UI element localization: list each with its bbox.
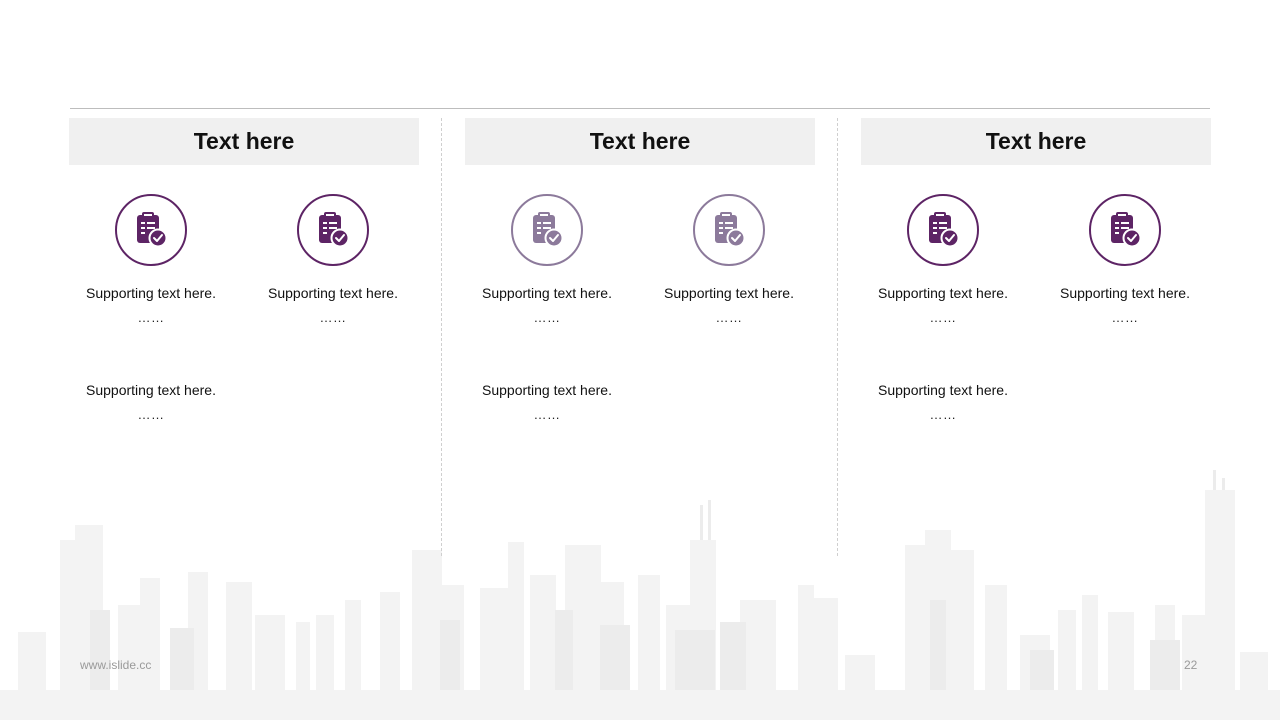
column-divider <box>837 118 838 556</box>
clipboard-check-icon <box>693 194 765 266</box>
column-1: Text here Supporting text here. …… Suppo… <box>69 118 419 438</box>
clipboard-check-icon <box>511 194 583 266</box>
ellipsis-text: …… <box>1111 310 1139 325</box>
item-with-icon: Supporting text here. …… <box>1040 194 1210 326</box>
supporting-text: Supporting text here. <box>86 382 216 398</box>
clipboard-check-icon <box>1089 194 1161 266</box>
item-text: Supporting text here. …… <box>66 381 236 423</box>
supporting-text: Supporting text here. <box>86 285 216 301</box>
supporting-text: Supporting text here. <box>268 285 398 301</box>
supporting-text: Supporting text here. <box>878 285 1008 301</box>
item-with-icon: Supporting text here. …… <box>248 194 418 326</box>
ellipsis-text: …… <box>137 407 165 422</box>
supporting-text: Supporting text here. <box>482 382 612 398</box>
ellipsis-text: …… <box>137 310 165 325</box>
supporting-text: Supporting text here. <box>1060 285 1190 301</box>
page-number: 22 <box>1184 658 1198 672</box>
item-text: Supporting text here. …… <box>858 381 1028 423</box>
column-3: Text here Supporting text here. …… Suppo… <box>861 118 1211 438</box>
clipboard-check-icon <box>115 194 187 266</box>
clipboard-check-icon <box>297 194 369 266</box>
ellipsis-text: …… <box>715 310 743 325</box>
item-with-icon: Supporting text here. …… <box>858 194 1028 326</box>
item-with-icon: Supporting text here. …… <box>462 194 632 326</box>
column-2: Text here Supporting text here. …… Suppo… <box>465 118 815 438</box>
supporting-text: Supporting text here. <box>878 382 1008 398</box>
ellipsis-text: …… <box>533 407 561 422</box>
column-divider <box>441 118 442 556</box>
footer-url[interactable]: www.islide.cc <box>80 658 151 672</box>
ellipsis-text: …… <box>929 407 957 422</box>
item-with-icon: Supporting text here. …… <box>644 194 814 326</box>
item-text: Supporting text here. …… <box>462 381 632 423</box>
column-header: Text here <box>861 118 1211 165</box>
supporting-text: Supporting text here. <box>664 285 794 301</box>
ellipsis-text: …… <box>929 310 957 325</box>
column-header: Text here <box>69 118 419 165</box>
supporting-text: Supporting text here. <box>482 285 612 301</box>
ellipsis-text: …… <box>533 310 561 325</box>
top-rule <box>70 108 1210 109</box>
clipboard-check-icon <box>907 194 979 266</box>
item-with-icon: Supporting text here. …… <box>66 194 236 326</box>
ellipsis-text: …… <box>319 310 347 325</box>
column-header: Text here <box>465 118 815 165</box>
